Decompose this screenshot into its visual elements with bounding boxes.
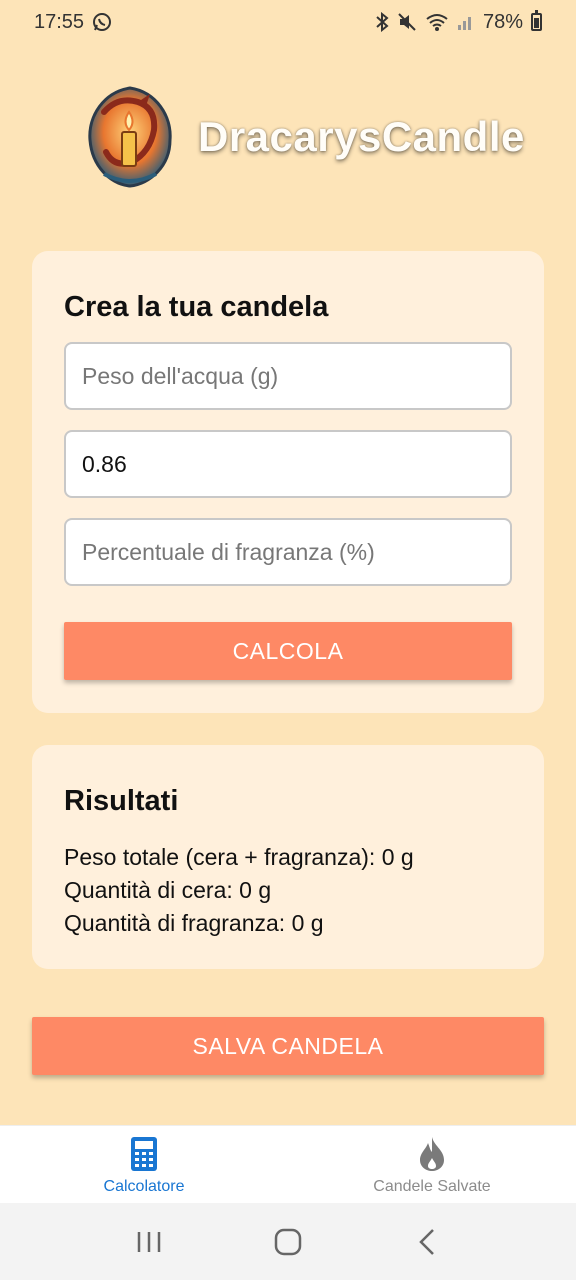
home-button[interactable]	[258, 1217, 318, 1267]
recent-apps-button[interactable]	[119, 1217, 179, 1267]
app-title: DracarysCandle	[198, 113, 525, 160]
nav-label-calculator: Calcolatore	[103, 1178, 185, 1195]
wifi-icon	[425, 12, 449, 32]
calculator-icon	[131, 1137, 157, 1171]
mute-icon	[397, 12, 417, 32]
form-title: Crea la tua candela	[64, 291, 329, 323]
result-total-weight: Peso totale (cera + fragranza): 0 g	[64, 844, 414, 870]
back-button[interactable]	[397, 1217, 457, 1267]
result-fragrance-quantity: Quantità di fragranza: 0 g	[64, 910, 324, 936]
flame-icon	[420, 1137, 444, 1171]
fragrance-percent-input[interactable]	[64, 518, 512, 586]
status-bar: 17:55 78%	[0, 0, 576, 44]
status-left: 17:55	[34, 11, 112, 34]
ratio-input[interactable]	[64, 430, 512, 498]
results-list: Peso totale (cera + fragranza): 0 g Quan…	[64, 841, 414, 940]
bluetooth-icon	[375, 12, 389, 32]
results-card: Risultati Peso totale (cera + fragranza)…	[32, 745, 544, 969]
bottom-nav: Calcolatore Candele Salvate	[0, 1125, 576, 1203]
nav-item-saved-candles[interactable]: Candele Salvate	[332, 1136, 532, 1196]
app-header: DracarysCandle	[84, 82, 525, 192]
water-weight-input[interactable]	[64, 342, 512, 410]
dragon-candle-logo	[88, 86, 172, 188]
candle-form-card: Crea la tua candela CALCOLA	[32, 251, 544, 713]
whatsapp-icon	[92, 12, 112, 32]
signal-icon	[457, 13, 475, 31]
battery-icon	[531, 10, 542, 31]
battery-percent: 78%	[482, 10, 523, 33]
recent-apps-icon	[138, 1231, 161, 1252]
back-icon	[418, 1228, 434, 1255]
status-right: 78%	[375, 10, 542, 34]
home-icon	[274, 1228, 302, 1255]
system-nav-bar	[0, 1203, 576, 1280]
nav-item-calculator[interactable]: Calcolatore	[44, 1136, 244, 1196]
calculate-button[interactable]: CALCOLA	[64, 622, 512, 680]
status-time: 17:55	[34, 10, 85, 33]
nav-label-saved-candles: Candele Salvate	[373, 1178, 491, 1195]
save-candle-button[interactable]: SALVA CANDELA	[32, 1017, 544, 1075]
results-title: Risultati	[64, 785, 179, 817]
result-wax-quantity: Quantità di cera: 0 g	[64, 877, 272, 903]
